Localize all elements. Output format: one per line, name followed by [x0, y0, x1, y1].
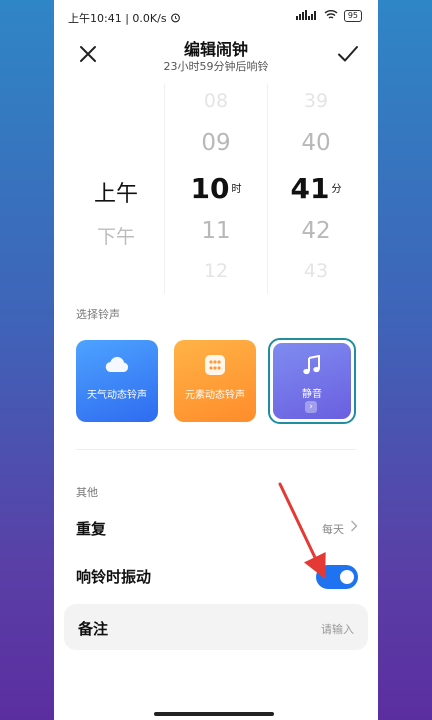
ringtone-silent-inner: 静音 › [273, 343, 351, 419]
hour-selected[interactable]: 10 时 [165, 172, 267, 205]
minute-option[interactable]: 43 [266, 260, 366, 282]
minute-value: 41 [290, 172, 330, 205]
ampm-selected[interactable]: 上午 [70, 176, 162, 208]
toggle-knob [340, 570, 354, 584]
hour-option[interactable]: 11 [165, 218, 267, 244]
hour-option[interactable]: 09 [165, 130, 267, 156]
ringtone-label: 静音 [302, 389, 322, 400]
battery-icon: 95 [343, 10, 362, 22]
repeat-value: 每天 [322, 523, 344, 536]
vibrate-label: 响铃时振动 [76, 568, 152, 586]
note-field[interactable]: 备注 请输入 [64, 604, 368, 650]
other-section-label: 其他 [76, 486, 98, 499]
status-time: 上午10:41 [68, 12, 122, 25]
minute-option[interactable]: 40 [266, 130, 366, 156]
minute-wheel[interactable]: 39 40 41 分 42 43 [266, 84, 366, 294]
ampm-option[interactable]: 下午 [70, 222, 162, 249]
divider [76, 449, 356, 450]
vibrate-toggle[interactable] [316, 565, 358, 589]
chevron-right-icon[interactable]: › [305, 401, 317, 413]
ringtone-label: 天气动态铃声 [87, 390, 147, 401]
alarm-status-icon [170, 12, 181, 25]
repeat-row[interactable]: 重复 每天 [76, 510, 358, 546]
note-label: 备注 [78, 620, 109, 638]
hour-option[interactable]: 08 [165, 90, 267, 112]
time-picker: 上午 下午 08 09 10 时 11 12 39 40 41 分 42 43 [54, 84, 378, 294]
status-bar: 上午10:41 | 0.0K/s 95 [54, 0, 378, 34]
status-left: 上午10:41 | 0.0K/s [68, 10, 181, 26]
minute-option[interactable]: 42 [266, 218, 366, 244]
minute-unit: 分 [331, 184, 342, 195]
vibrate-row: 响铃时振动 [76, 558, 358, 594]
minute-option[interactable]: 39 [266, 90, 366, 112]
hour-option[interactable]: 12 [165, 260, 267, 282]
ringtone-silent-card[interactable]: 静音 › [268, 338, 356, 424]
music-note-icon [273, 355, 351, 377]
chevron-right-icon [350, 520, 358, 535]
alarm-edit-screen: 上午10:41 | 0.0K/s 95 编辑闹钟 23小时59分钟后响铃 上午 … [54, 0, 378, 720]
hour-wheel[interactable]: 08 09 10 时 11 12 [164, 84, 268, 294]
repeat-label: 重复 [76, 520, 107, 538]
signal-icon [295, 9, 318, 23]
home-indicator [154, 712, 274, 716]
ampm-wheel[interactable]: 上午 下午 [70, 84, 162, 294]
minute-selected[interactable]: 41 分 [266, 172, 366, 205]
check-icon[interactable] [336, 42, 360, 66]
note-placeholder: 请输入 [321, 623, 354, 636]
hour-value: 10 [190, 172, 230, 205]
hour-unit: 时 [231, 184, 242, 195]
cloud-icon [76, 354, 158, 378]
status-right: 95 [295, 9, 362, 23]
ringtone-label: 元素动态铃声 [185, 390, 245, 401]
grid-icon [174, 354, 256, 378]
ringtone-weather-card[interactable]: 天气动态铃声 [76, 340, 158, 422]
ringtone-options: 天气动态铃声 元素动态铃声 静音 › [76, 338, 358, 424]
header: 编辑闹钟 23小时59分钟后响铃 [54, 34, 378, 80]
ringtone-element-card[interactable]: 元素动态铃声 [174, 340, 256, 422]
ring-countdown: 23小时59分钟后响铃 [163, 60, 269, 73]
status-speed: 0.0K/s [132, 12, 167, 25]
ringtone-section-label: 选择铃声 [76, 308, 120, 321]
page-title: 编辑闹钟 [183, 40, 248, 59]
wifi-icon [324, 9, 338, 23]
